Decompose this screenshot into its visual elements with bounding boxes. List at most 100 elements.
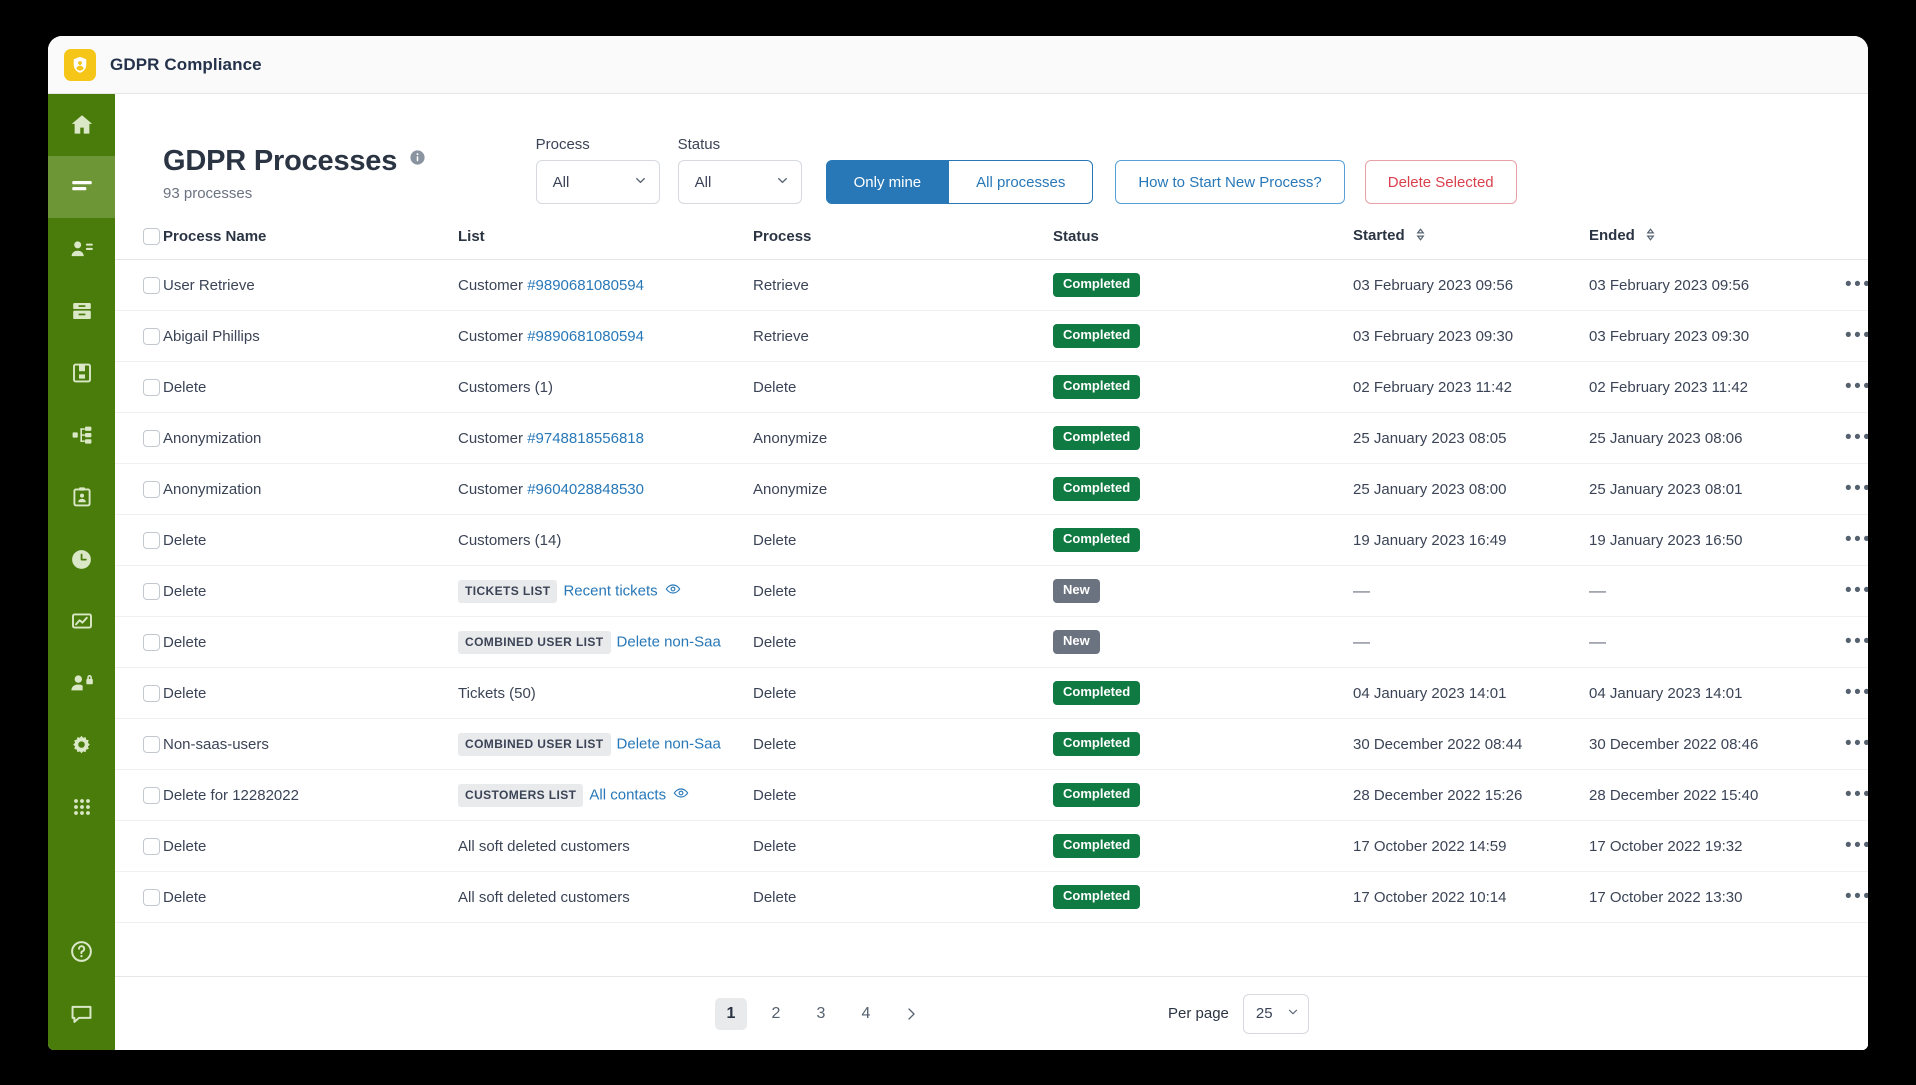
list-link[interactable]: #9890681080594	[527, 277, 644, 294]
ellipsis-icon[interactable]: •••	[1839, 478, 1868, 500]
column-header-ended[interactable]: Ended	[1589, 214, 1839, 260]
per-page-select[interactable]: 25	[1242, 993, 1309, 1034]
sort-icon[interactable]	[1415, 228, 1426, 245]
ellipsis-icon[interactable]: •••	[1839, 784, 1868, 806]
table-row[interactable]: Delete COMBINED USER LIST Delete non-Saa De…	[115, 616, 1868, 668]
sidebar-item-reports[interactable]	[48, 342, 115, 404]
table-row[interactable]: Delete Tickets (50) Delete Completed 04 Janu…	[115, 667, 1868, 719]
ellipsis-icon[interactable]: •••	[1839, 835, 1868, 857]
row-checkbox[interactable]	[143, 531, 160, 549]
sort-icon[interactable]	[1645, 228, 1656, 245]
ellipsis-icon[interactable]: •••	[1839, 580, 1868, 602]
sidebar-item-archive[interactable]	[48, 280, 115, 342]
row-checkbox[interactable]	[143, 735, 160, 753]
row-checkbox[interactable]	[143, 684, 160, 702]
ellipsis-icon[interactable]: •••	[1839, 274, 1868, 296]
page-button-2[interactable]: 2	[760, 998, 792, 1030]
sidebar-item-audits[interactable]	[48, 466, 115, 528]
delete-selected-button[interactable]: Delete Selected	[1364, 160, 1517, 204]
row-checkbox[interactable]	[143, 276, 160, 294]
preview-eye-icon[interactable]	[673, 788, 689, 805]
table-row[interactable]: Delete Customers (14) Delete Completed 19 Ja…	[115, 514, 1868, 566]
table-row[interactable]: Delete for 12282022 CUSTOMERS LIST All con…	[115, 769, 1868, 821]
row-select-cell	[115, 667, 163, 719]
row-checkbox[interactable]	[143, 888, 160, 906]
row-checkbox[interactable]	[143, 837, 160, 855]
scope-all-processes[interactable]: All processes	[949, 160, 1094, 204]
column-header-status[interactable]: Status	[1053, 214, 1353, 260]
sidebar-item-apps[interactable]	[48, 776, 115, 838]
row-checkbox[interactable]	[143, 786, 160, 804]
ellipsis-icon[interactable]: •••	[1839, 529, 1868, 551]
status-badge: Completed	[1053, 681, 1141, 705]
sidebar	[48, 94, 115, 1050]
how-to-start-button[interactable]: How to Start New Process?	[1115, 160, 1345, 204]
table-row[interactable]: Abigail Phillips Customer #9890681080594 R…	[115, 310, 1868, 362]
list-text: All soft deleted customers	[458, 837, 630, 855]
preview-eye-icon[interactable]	[665, 584, 681, 601]
sidebar-item-history[interactable]	[48, 528, 115, 590]
table-row[interactable]: Anonymization Customer #9748818556818 Anon…	[115, 412, 1868, 464]
cell-process-name: Delete	[163, 361, 458, 413]
select-all-checkbox[interactable]	[143, 227, 160, 245]
table-row[interactable]: Non-saas-users COMBINED USER LIST Delete n…	[115, 718, 1868, 770]
ellipsis-icon[interactable]: •••	[1839, 886, 1868, 908]
column-header-process[interactable]: Process	[753, 214, 1053, 260]
ellipsis-icon[interactable]: •••	[1839, 682, 1868, 704]
table-row[interactable]: Anonymization Customer #9604028848530 Anon…	[115, 463, 1868, 515]
row-checkbox[interactable]	[143, 378, 160, 396]
page-button-1[interactable]: 1	[715, 997, 747, 1030]
row-checkbox[interactable]	[143, 327, 160, 345]
table-row[interactable]: Delete TICKETS LIST Recent tickets Delete Ne…	[115, 565, 1868, 617]
chevron-right-icon[interactable]	[895, 998, 927, 1030]
table-row[interactable]: User Retrieve Customer #9890681080594 Retr…	[115, 259, 1868, 311]
column-header-list[interactable]: List	[458, 214, 753, 260]
cell-process-type: Delete	[753, 871, 1053, 923]
sidebar-item-home[interactable]	[48, 94, 115, 156]
list-link[interactable]: All contacts	[589, 786, 666, 803]
status-filter-select[interactable]: All	[677, 160, 802, 204]
sidebar-item-workflows[interactable]	[48, 404, 115, 466]
status-filter-label: Status	[677, 136, 721, 153]
row-checkbox[interactable]	[143, 480, 160, 498]
page-button-3[interactable]: 3	[805, 998, 837, 1030]
list-link[interactable]: #9604028848530	[527, 481, 644, 498]
page-button-4[interactable]: 4	[850, 998, 882, 1030]
row-checkbox[interactable]	[143, 429, 160, 447]
cell-list: Customers (14)	[458, 514, 753, 566]
list-text: Tickets (50)	[458, 684, 536, 702]
list-text: Customers (14)	[458, 531, 562, 549]
ellipsis-icon[interactable]: •••	[1839, 376, 1868, 398]
list-link[interactable]: #9748818556818	[527, 430, 644, 447]
ellipsis-icon[interactable]: •••	[1839, 427, 1868, 449]
list-link[interactable]: Recent tickets	[563, 582, 657, 599]
process-filter-select[interactable]: All	[535, 160, 660, 204]
list-link[interactable]: #9890681080594	[527, 328, 644, 345]
cell-ended: 19 January 2023 16:50	[1589, 514, 1839, 566]
row-checkbox[interactable]	[143, 582, 160, 600]
list-link[interactable]: Delete non-Saa	[617, 633, 721, 650]
sidebar-item-permissions[interactable]	[48, 652, 115, 714]
sidebar-item-analytics[interactable]	[48, 590, 115, 652]
scope-only-mine[interactable]: Only mine	[825, 160, 950, 204]
row-checkbox[interactable]	[143, 633, 160, 651]
list-link[interactable]: Delete non-Saa	[617, 735, 721, 752]
cell-ended: 17 October 2022 19:32	[1589, 820, 1839, 872]
sidebar-item-contacts[interactable]	[48, 218, 115, 280]
list-text: Customer	[458, 327, 528, 345]
table-row[interactable]: Delete Customers (1) Delete Completed 02 Feb…	[115, 361, 1868, 413]
sidebar-item-chat[interactable]	[48, 982, 115, 1044]
column-header-name[interactable]: Process Name	[163, 214, 458, 260]
ellipsis-icon[interactable]: •••	[1839, 733, 1868, 755]
ellipsis-icon[interactable]: •••	[1839, 631, 1868, 653]
sidebar-item-settings[interactable]	[48, 714, 115, 776]
ellipsis-icon[interactable]: •••	[1839, 325, 1868, 347]
sidebar-item-processes[interactable]	[48, 156, 115, 218]
column-header-started[interactable]: Started	[1353, 214, 1589, 260]
info-circle-icon[interactable]	[409, 149, 426, 171]
table-row[interactable]: Delete All soft deleted customers Delete Co…	[115, 871, 1868, 923]
sidebar-item-help[interactable]	[48, 920, 115, 982]
status-badge: New	[1053, 579, 1100, 603]
cell-process-type: Delete	[753, 769, 1053, 821]
table-row[interactable]: Delete All soft deleted customers Delete Co…	[115, 820, 1868, 872]
